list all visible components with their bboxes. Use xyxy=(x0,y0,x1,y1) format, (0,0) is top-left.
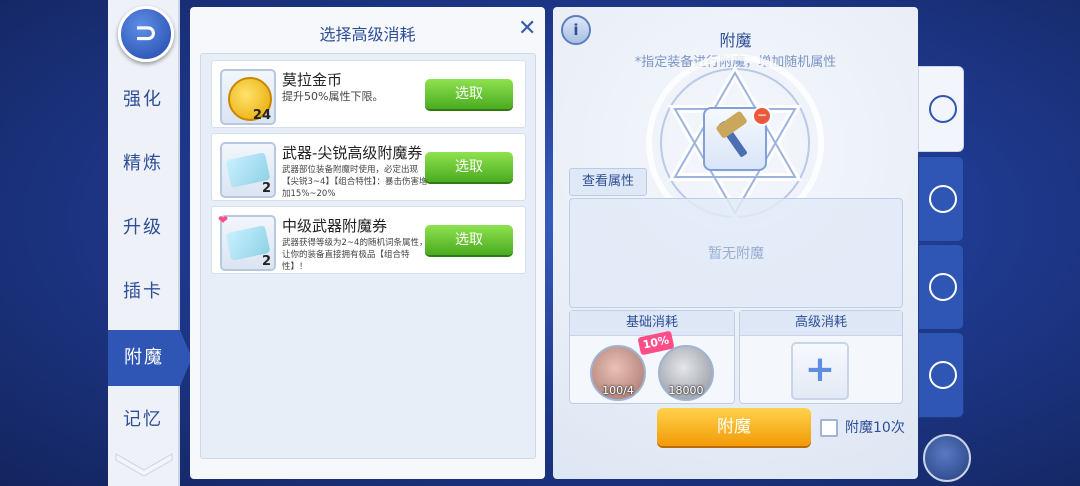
nav-item-memory[interactable]: 记忆 xyxy=(108,392,178,448)
add-advanced-cost-button[interactable]: + xyxy=(791,342,849,400)
scroll-down-icon[interactable] xyxy=(112,446,176,480)
cat-coin-icon: 100/4 xyxy=(590,345,646,401)
enchant-tab-icon xyxy=(929,95,957,123)
item-qty: 2 xyxy=(261,254,271,269)
panel-title: 选择高级消耗 xyxy=(319,25,416,44)
nav-item-enchant[interactable]: 附魔 xyxy=(108,330,180,386)
view-attributes-tab[interactable]: 查看属性 xyxy=(569,168,647,196)
basic-cost-label: 基础消耗 xyxy=(570,311,734,336)
select-button[interactable]: 选取 xyxy=(425,225,513,255)
empty-enchant-text: 暂无附魔 xyxy=(708,246,764,262)
tab-2-icon xyxy=(929,185,957,213)
enchant-10x-checkbox[interactable] xyxy=(820,419,838,437)
item-qty: 24 xyxy=(252,108,271,123)
item-name: 莫拉金币 xyxy=(282,71,343,89)
list-item: 24 莫拉金币 提升50%属性下限。 选取 xyxy=(211,60,526,128)
tab-3-icon xyxy=(929,273,957,301)
nav-item-strengthen[interactable]: 强化 xyxy=(108,72,178,128)
enchant-panel: i 附魔 *指定装备进行附魔，增加随机属性 − 查看属性 暂无附魔 基础消耗 1… xyxy=(553,7,918,479)
item-desc: 提升50%属性下限。 xyxy=(282,90,384,103)
advanced-cost-label: 高级消耗 xyxy=(740,311,902,336)
item-thumb: ❤ 2 xyxy=(218,213,276,271)
basic-cost-box: 基础消耗 100/4 18000 xyxy=(569,310,735,404)
item-qty: 2 xyxy=(261,181,271,196)
item-desc: 武器部位装备附魔时使用，必定出现【尖锐3~4】【组合特性】：暴击伤害增加15%~… xyxy=(282,165,428,199)
item-list[interactable]: 24 莫拉金币 提升50%属性下限。 选取 2 武器-尖锐高级附魔券 武器部位装… xyxy=(200,53,536,459)
item-name: 中级武器附魔券 xyxy=(282,217,388,235)
side-nav: 强化 精炼 升级 插卡 附魔 记忆 xyxy=(108,0,192,486)
select-cost-panel: 选择高级消耗 ✕ 24 莫拉金币 提升50%属性下限。 选取 2 武器-尖锐高级… xyxy=(190,7,545,479)
item-desc: 武器获得等级为2~4的随机词条属性，让你的装备直接拥有极品【组合特性】！ xyxy=(282,238,428,272)
list-item: ❤ 2 中级武器附魔券 武器获得等级为2~4的随机词条属性，让你的装备直接拥有极… xyxy=(211,206,526,274)
tab-2[interactable] xyxy=(918,156,964,242)
item-thumb: 24 xyxy=(220,69,276,125)
cost-qty: 18000 xyxy=(668,384,704,397)
nav-item-refine[interactable]: 精炼 xyxy=(108,136,178,192)
select-button[interactable]: 选取 xyxy=(425,79,513,109)
panel-title: 附魔 xyxy=(719,31,752,50)
nav-item-upgrade[interactable]: 升级 xyxy=(108,200,178,256)
cost-qty: 100/4 xyxy=(602,384,634,397)
enchant-10x-label: 附魔10次 xyxy=(845,420,905,436)
tab-4-icon xyxy=(929,361,957,389)
remove-equip-icon[interactable]: − xyxy=(752,106,772,126)
zeny-coin-icon: 18000 xyxy=(658,345,714,401)
nav-item-card[interactable]: 插卡 xyxy=(108,264,178,320)
tab-4[interactable] xyxy=(918,332,964,418)
attribute-box: 暂无附魔 xyxy=(569,198,903,308)
close-icon[interactable]: ✕ xyxy=(518,18,536,40)
select-button[interactable]: 选取 xyxy=(425,152,513,182)
tab-enchant[interactable] xyxy=(918,66,964,152)
item-name: 武器-尖锐高级附魔券 xyxy=(282,144,423,162)
tab-3[interactable] xyxy=(918,244,964,330)
enchant-button[interactable]: 附魔 xyxy=(657,408,811,446)
item-thumb: 2 xyxy=(220,142,276,198)
heart-icon: ❤ xyxy=(218,213,229,227)
back-button[interactable]: ⊃ xyxy=(118,6,174,62)
shop-icon[interactable] xyxy=(923,434,971,482)
list-item: 2 武器-尖锐高级附魔券 武器部位装备附魔时使用，必定出现【尖锐3~4】【组合特… xyxy=(211,133,526,201)
